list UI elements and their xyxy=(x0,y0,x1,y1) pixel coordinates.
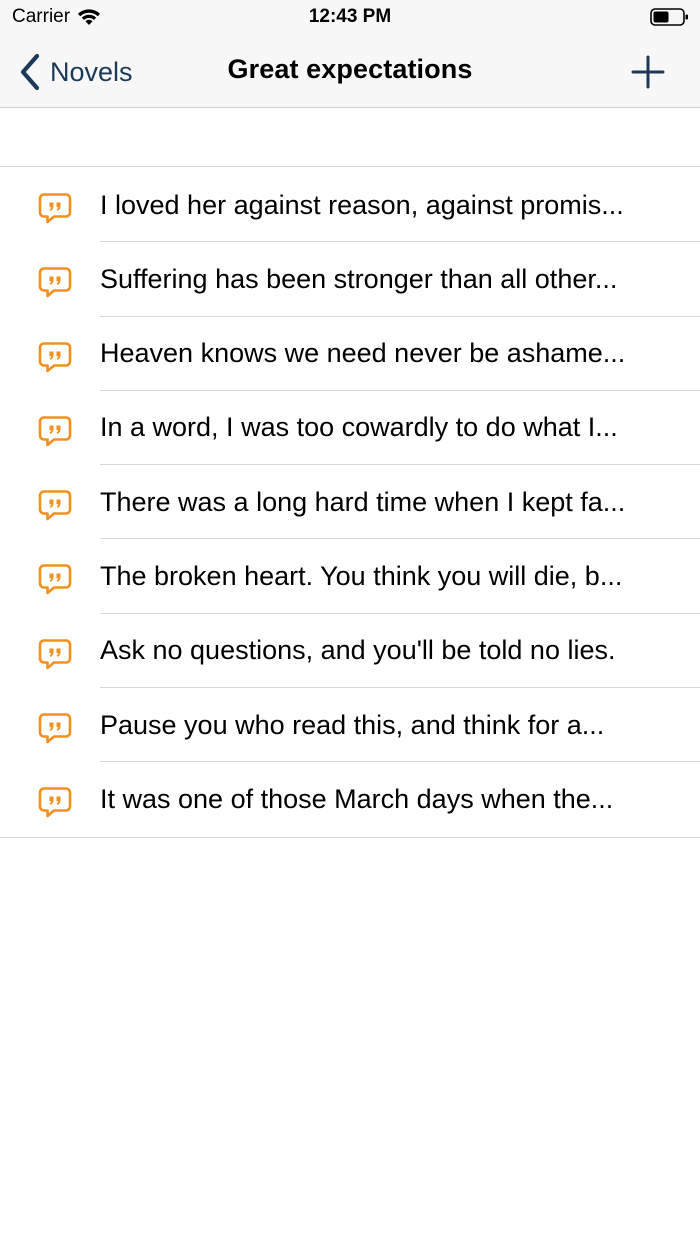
list-header-spacer xyxy=(0,109,700,167)
quote-text: Ask no questions, and you'll be told no … xyxy=(100,635,616,666)
quote-text: The broken heart. You think you will die… xyxy=(100,560,623,591)
quote-text: It was one of those March days when the.… xyxy=(100,783,614,814)
quote-text: Suffering has been stronger than all oth… xyxy=(100,263,618,294)
quote-text: There was a long hard time when I kept f… xyxy=(100,486,626,517)
add-icon[interactable] xyxy=(630,54,666,90)
quotes-list: I loved her against reason, against prom… xyxy=(0,168,700,838)
quote-text: I loved her against reason, against prom… xyxy=(100,189,624,220)
quote-row[interactable]: Pause you who read this, and think for a… xyxy=(0,688,700,763)
quote-bubble-icon xyxy=(38,638,72,670)
page-title: Great expectations xyxy=(227,54,473,84)
quote-row[interactable]: In a word, I was too cowardly to do what… xyxy=(0,391,700,466)
quote-bubble-icon xyxy=(38,490,72,521)
quote-bubble-icon xyxy=(38,267,72,298)
quote-row[interactable]: It was one of those March days when the.… xyxy=(0,762,700,836)
quote-row[interactable]: Heaven knows we need never be ashame... xyxy=(0,317,700,391)
quote-bubble-icon xyxy=(38,787,72,818)
quote-bubble-icon xyxy=(38,564,72,595)
quote-bubble-icon xyxy=(38,341,72,372)
quote-row[interactable]: There was a long hard time when I kept f… xyxy=(0,465,700,540)
navigation-bar: Novels Great expectations xyxy=(0,36,700,108)
quote-text: Pause you who read this, and think for a… xyxy=(100,709,605,740)
battery-icon xyxy=(650,8,688,26)
quote-bubble-icon xyxy=(38,416,72,447)
status-time: 12:43 PM xyxy=(308,6,392,27)
quote-text: Heaven knows we need never be ashame... xyxy=(100,338,626,369)
quote-row[interactable]: Ask no questions, and you'll be told no … xyxy=(0,614,700,689)
quote-text: In a word, I was too cowardly to do what… xyxy=(100,412,618,443)
status-bar: Carrier 12:43 PM xyxy=(0,0,700,36)
quote-row[interactable]: I loved her against reason, against prom… xyxy=(0,168,700,243)
quote-bubble-icon xyxy=(38,713,72,744)
quote-row[interactable]: The broken heart. You think you will die… xyxy=(0,539,700,614)
quote-bubble-icon xyxy=(38,193,72,224)
quote-row[interactable]: Suffering has been stronger than all oth… xyxy=(0,242,700,317)
